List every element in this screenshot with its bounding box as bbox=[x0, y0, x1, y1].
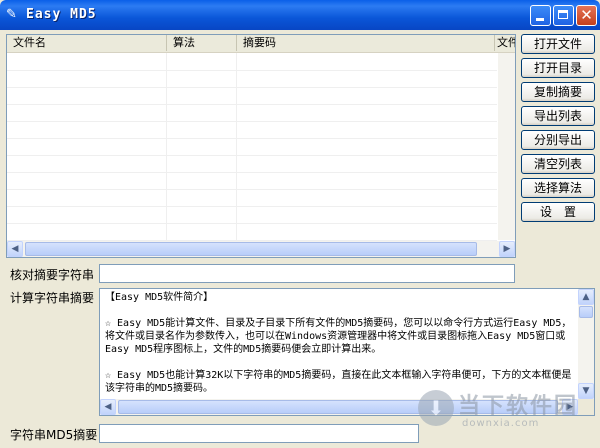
maximize-icon bbox=[558, 10, 568, 19]
site-watermark: ⬇ 当下软件园 downxia.com bbox=[418, 386, 598, 446]
grid-line bbox=[7, 172, 497, 173]
copy-digest-button[interactable]: 复制摘要 bbox=[521, 82, 595, 102]
scroll-up-arrow-icon[interactable]: ▲ bbox=[578, 289, 594, 305]
scrollbar-thumb[interactable] bbox=[25, 242, 477, 256]
scroll-left-arrow-icon[interactable]: ◀ bbox=[100, 399, 116, 415]
compute-string-digest-label: 计算字符串摘要 bbox=[10, 291, 95, 305]
pen-icon[interactable]: ✎ bbox=[6, 7, 20, 23]
file-list-horizontal-scrollbar[interactable]: ◀ ▶ bbox=[7, 241, 515, 257]
grid-line bbox=[7, 206, 497, 207]
open-file-button[interactable]: 打开文件 bbox=[521, 34, 595, 54]
clear-list-button[interactable]: 清空列表 bbox=[521, 154, 595, 174]
grid-line bbox=[7, 104, 497, 105]
grid-line bbox=[7, 70, 497, 71]
export-separately-button[interactable]: 分别导出 bbox=[521, 130, 595, 150]
file-list-body[interactable] bbox=[7, 53, 515, 241]
intro-text: 【Easy MD5软件简介】 ☆ Easy MD5能计算文件、目录及子目录下所有… bbox=[105, 291, 575, 395]
watermark-subtext: downxia.com bbox=[462, 418, 540, 429]
scroll-left-arrow-icon[interactable]: ◀ bbox=[7, 241, 23, 257]
settings-button[interactable]: 设 置 bbox=[521, 202, 595, 222]
select-algorithm-button[interactable]: 选择算法 bbox=[521, 178, 595, 198]
verify-digest-label: 核对摘要字符串 bbox=[10, 268, 95, 282]
open-directory-button[interactable]: 打开目录 bbox=[521, 58, 595, 78]
textarea-vertical-scrollbar[interactable]: ▲ ▼ bbox=[578, 289, 594, 399]
grid-line bbox=[7, 121, 497, 122]
scrollbar-thumb[interactable] bbox=[579, 306, 593, 318]
download-arrow-icon: ⬇ bbox=[418, 390, 454, 426]
grid-line bbox=[166, 53, 167, 241]
export-list-button[interactable]: 导出列表 bbox=[521, 106, 595, 126]
window-title: Easy MD5 bbox=[26, 7, 97, 22]
close-icon: ✕ bbox=[580, 6, 593, 24]
file-list[interactable]: 文件名 算法 摘要码 文件 ◀ ▶ bbox=[6, 34, 516, 258]
maximize-button[interactable] bbox=[553, 5, 574, 26]
grid-line bbox=[7, 189, 497, 190]
minimize-icon bbox=[536, 18, 544, 21]
column-header-filename[interactable]: 文件名 bbox=[7, 35, 167, 51]
grid-line bbox=[7, 223, 497, 224]
string-md5-label: 字符串MD5摘要 bbox=[10, 428, 98, 442]
intro-heading: 【Easy MD5软件简介】 bbox=[105, 292, 214, 303]
column-header-digest[interactable]: 摘要码 bbox=[237, 35, 495, 51]
minimize-button[interactable] bbox=[530, 5, 551, 26]
grid-line bbox=[7, 87, 497, 88]
file-list-vertical-scrollbar[interactable] bbox=[498, 53, 515, 240]
scroll-right-arrow-icon[interactable]: ▶ bbox=[499, 241, 515, 257]
intro-paragraph-1: ☆ Easy MD5能计算文件、目录及子目录下所有文件的MD5摘要码，您可以以命… bbox=[105, 318, 572, 355]
string-md5-output[interactable] bbox=[99, 424, 419, 443]
verify-digest-input[interactable] bbox=[99, 264, 515, 283]
close-button[interactable]: ✕ bbox=[576, 5, 597, 26]
grid-line bbox=[7, 155, 497, 156]
column-header-algorithm[interactable]: 算法 bbox=[167, 35, 237, 51]
main-window: ✎ Easy MD5 ✕ 文件名 算法 摘要码 文件 bbox=[0, 0, 600, 448]
grid-line bbox=[236, 53, 237, 241]
watermark-text: 当下软件园 bbox=[458, 394, 579, 419]
column-header-file[interactable]: 文件 bbox=[495, 35, 515, 51]
file-list-header: 文件名 算法 摘要码 文件 bbox=[7, 35, 515, 53]
title-bar[interactable]: ✎ Easy MD5 ✕ bbox=[0, 0, 600, 30]
grid-line bbox=[7, 138, 497, 139]
